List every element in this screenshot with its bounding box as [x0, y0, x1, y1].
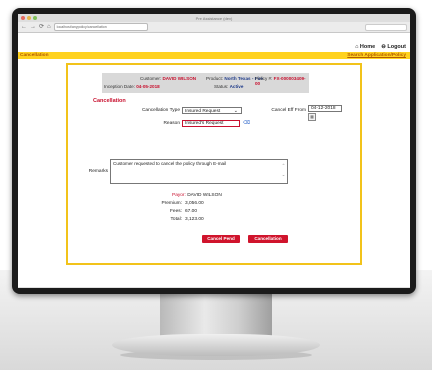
reason-label: Reason	[163, 121, 180, 126]
remarks-textarea[interactable]: Customer requested to cancel the policy …	[110, 159, 288, 184]
cancel-pend-button[interactable]: Cancel Pend	[202, 235, 240, 243]
logout-link[interactable]: ⊖ Logout	[381, 44, 406, 50]
monitor-frame: Pre Assistance (dev) ← → ⟳ ⌂ localhost/a…	[12, 8, 416, 294]
back-icon[interactable]: ←	[21, 23, 27, 31]
inception-value: 04-05-2018	[136, 84, 160, 89]
top-links: ⌂ Home ⊖ Logout	[355, 44, 406, 50]
browser-search-box[interactable]	[365, 23, 407, 31]
payor-label: Payor:	[172, 193, 186, 198]
status-value: Active	[229, 84, 244, 89]
textarea-scrollbar[interactable]: ⌃ ⌄	[281, 161, 286, 183]
chevron-down-icon: ⌄	[233, 108, 238, 114]
cancel-eff-label: Cancel Eff From	[271, 108, 306, 113]
fees-row: Fees: 67.00	[154, 209, 197, 214]
home-nav-icon[interactable]: ⌂	[47, 23, 51, 31]
search-application-link[interactable]: Search Application/Policy	[347, 52, 406, 59]
cancel-eff-date-input[interactable]: 04-12-2018	[308, 105, 342, 112]
remarks-text: Customer requested to cancel the policy …	[113, 161, 227, 166]
address-bar[interactable]: localhost/anypolicy/cancellation	[53, 23, 148, 31]
fees-value: 67.00	[185, 209, 198, 214]
browser-tab-title: Pre Assistance (dev)	[195, 15, 233, 21]
page-bottom-line	[18, 287, 410, 288]
policy-info-box: Customer: DAVID WILSON Product: North Te…	[102, 73, 309, 93]
browser-titlebar: Pre Assistance (dev)	[18, 14, 410, 22]
cancellation-button[interactable]: Cancellation	[248, 235, 288, 243]
payor-row: Payor: DAVID WILSON	[172, 193, 222, 198]
premium-label: Premium:	[161, 201, 182, 206]
reload-icon[interactable]: ⟳	[39, 23, 44, 31]
reason-input[interactable]: Insured's Request	[182, 120, 240, 127]
customer-value: DAVID WILSON	[162, 76, 197, 81]
clear-reason-icon[interactable]: ⌫	[243, 120, 250, 126]
remarks-label: Remarks	[88, 169, 108, 174]
browser-toolbar: ← → ⟳ ⌂ localhost/anypolicy/cancellation	[18, 22, 410, 33]
customer-label: Customer:	[140, 76, 162, 81]
monitor-screen: Pre Assistance (dev) ← → ⟳ ⌂ localhost/a…	[18, 14, 410, 288]
monitor-stand-base	[112, 334, 320, 356]
total-value: 3,123.00	[185, 217, 204, 222]
cancellation-panel: Customer: DAVID WILSON Product: North Te…	[66, 63, 362, 265]
home-link[interactable]: ⌂ Home	[355, 44, 375, 50]
monitor-stand-neck	[160, 294, 272, 338]
total-label: Total:	[170, 217, 182, 222]
fees-label: Fees:	[170, 209, 182, 214]
calendar-icon[interactable]: ▦	[308, 113, 316, 121]
section-title: Cancellation	[20, 53, 49, 58]
product-label: Product:	[206, 76, 224, 81]
cancellation-type-select[interactable]: Insured Request ⌄	[182, 107, 242, 114]
form-title: Cancellation	[93, 98, 126, 104]
payor-value: DAVID WILSON	[187, 193, 222, 198]
section-header-bar: Cancellation Search Application/Policy	[18, 52, 410, 59]
cancellation-type-label: Cancellation Type	[141, 108, 180, 113]
forward-icon[interactable]: →	[30, 23, 36, 31]
cancellation-type-value: Insured Request	[185, 109, 221, 114]
status-label: Status:	[214, 84, 229, 89]
premium-row: Premium: 3,056.00	[154, 201, 204, 206]
inception-label: Inception Date:	[104, 84, 135, 89]
premium-value: 3,056.00	[185, 201, 204, 206]
total-row: Total: 3,123.00	[154, 217, 204, 222]
